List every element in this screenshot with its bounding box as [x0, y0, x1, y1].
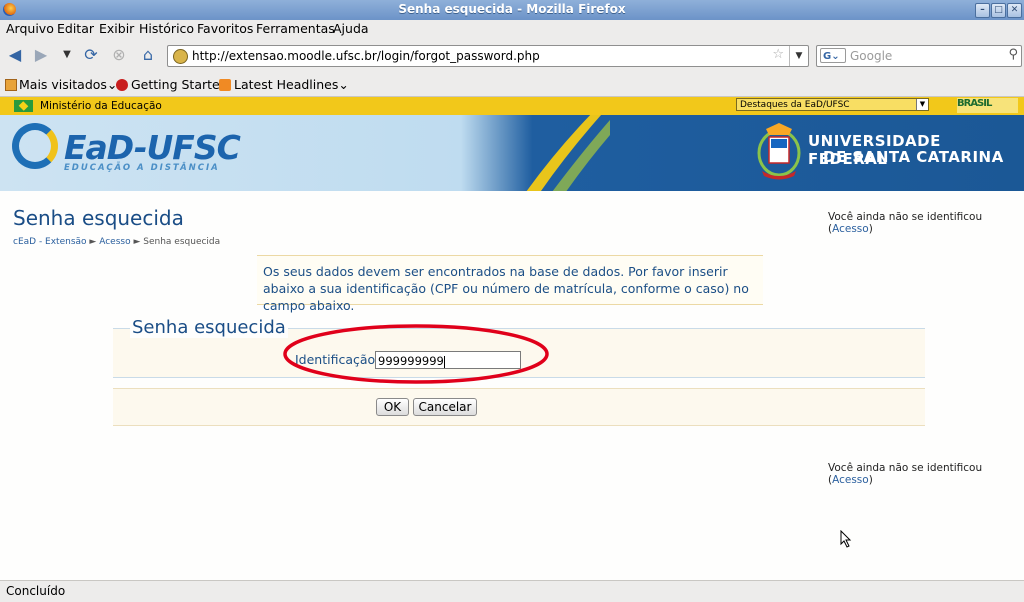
url-text[interactable]: http://extensao.moodle.ufsc.br/login/for… — [192, 49, 540, 63]
ministerio-label[interactable]: Ministério da Educação — [40, 100, 162, 112]
back-arrow-icon[interactable]: ◀ — [4, 44, 26, 66]
menu-favoritos[interactable]: Favoritos — [197, 21, 253, 36]
form-button-row: OK Cancelar — [113, 388, 925, 426]
page-content: Senha esquecida Você ainda não se identi… — [0, 191, 1024, 580]
breadcrumb-acesso-link[interactable]: Acesso — [99, 237, 130, 247]
search-bar[interactable]: G⌄ Google ⚲ — [816, 45, 1022, 67]
status-bar: Concluído — [0, 580, 1024, 602]
getting-started-icon — [116, 79, 128, 91]
stop-icon[interactable]: ⊗ — [108, 44, 130, 66]
menubar: Arquivo Editar Exibir Histórico Favorito… — [0, 20, 1024, 38]
search-engine-selector[interactable]: G⌄ — [820, 48, 846, 63]
bookmark-mais-visitados[interactable]: Mais visitados⌄ — [19, 77, 117, 92]
login-link[interactable]: Acesso — [832, 223, 869, 235]
home-icon[interactable]: ⌂ — [137, 44, 159, 66]
login-info-bottom: Você ainda não se identificou (Acesso) — [828, 462, 1024, 486]
ok-button[interactable]: OK — [376, 398, 409, 416]
login-info-top: Você ainda não se identificou (Acesso) — [828, 211, 1024, 235]
bookmarks-toolbar: Mais visitados⌄ Getting Started Latest H… — [0, 72, 1024, 97]
history-dropdown-icon[interactable]: ▼ — [56, 44, 78, 66]
notice-box: Os seus dados devem ser encontrados na b… — [257, 255, 763, 313]
search-placeholder[interactable]: Google — [850, 49, 892, 63]
bookmark-latest-headlines-label: Latest Headlines — [234, 77, 339, 92]
search-icon[interactable]: ⚲ — [1008, 47, 1018, 62]
bookmark-mais-visitados-label: Mais visitados — [19, 77, 107, 92]
ead-logo-text[interactable]: EaD-UFSC — [64, 128, 241, 167]
university-name-line2: DE SANTA CATARINA — [823, 148, 1004, 166]
site-banner: EaD-UFSC EDUCAÇÃO A DISTÂNCIA UNIVERSIDA… — [0, 115, 1024, 191]
breadcrumb-separator: ► — [133, 237, 141, 247]
ead-logo-subtitle: EDUCAÇÃO A DISTÂNCIA — [64, 163, 220, 173]
site-favicon-icon — [173, 49, 188, 64]
breadcrumb-home-link[interactable]: cEaD - Extensão — [13, 237, 87, 247]
login-link[interactable]: Acesso — [832, 474, 869, 486]
destaques-select[interactable]: Destaques da EaD/UFSC ▼ — [736, 98, 929, 111]
government-bar: Ministério da Educação Destaques da EaD/… — [0, 97, 1024, 115]
close-button[interactable]: ✕ — [1007, 3, 1022, 18]
reload-icon[interactable]: ⟳ — [80, 44, 102, 66]
menu-editar[interactable]: Editar — [57, 21, 94, 36]
menu-ajuda[interactable]: Ajuda — [333, 21, 369, 36]
chevron-down-icon: ▼ — [916, 99, 928, 110]
bookmark-star-icon[interactable]: ☆ — [772, 47, 784, 62]
folder-icon — [5, 79, 17, 91]
form-legend: Senha esquecida — [130, 317, 288, 338]
bookmark-getting-started[interactable]: Getting Started — [131, 77, 228, 92]
brazil-flag-icon — [14, 100, 33, 112]
mouse-cursor-icon — [840, 530, 852, 548]
annotation-ellipse — [283, 324, 549, 384]
destaques-select-value: Destaques da EaD/UFSC — [740, 100, 850, 110]
menu-historico[interactable]: Histórico — [139, 21, 194, 36]
window-title: Senha esquecida - Mozilla Firefox — [398, 2, 626, 16]
menu-arquivo[interactable]: Arquivo — [6, 21, 54, 36]
forward-arrow-icon[interactable]: ▶ — [30, 44, 52, 66]
login-info-close: ) — [868, 223, 873, 235]
minimize-button[interactable]: – — [975, 3, 990, 18]
ufsc-crest-icon — [757, 123, 801, 180]
maximize-button[interactable]: □ — [991, 3, 1006, 18]
url-bar[interactable]: http://extensao.moodle.ufsc.br/login/for… — [167, 45, 809, 67]
bookmark-latest-headlines[interactable]: Latest Headlines⌄ — [234, 77, 349, 92]
notice-text: Os seus dados devem ser encontrados na b… — [263, 264, 749, 313]
url-dropdown-icon[interactable]: ▼ — [789, 46, 808, 66]
page-title: Senha esquecida — [13, 206, 184, 230]
menu-ferramentas[interactable]: Ferramentas — [256, 21, 335, 36]
banner-stripes-graphic — [526, 115, 610, 191]
brasil-logo[interactable]: BRASIL — [957, 98, 1018, 113]
status-text: Concluído — [6, 584, 66, 598]
menu-exibir[interactable]: Exibir — [99, 21, 134, 36]
breadcrumb-current: Senha esquecida — [143, 237, 221, 247]
breadcrumb-separator: ► — [89, 237, 97, 247]
cancel-button[interactable]: Cancelar — [413, 398, 477, 416]
search-engine-letter: G — [823, 51, 832, 62]
rss-feed-icon — [219, 79, 231, 91]
window-titlebar: Senha esquecida - Mozilla Firefox – □ ✕ — [0, 0, 1024, 20]
login-info-close: ) — [868, 474, 873, 486]
ead-logo-icon — [12, 123, 58, 169]
breadcrumb: cEaD - Extensão ► Acesso ► Senha esqueci… — [13, 237, 220, 247]
